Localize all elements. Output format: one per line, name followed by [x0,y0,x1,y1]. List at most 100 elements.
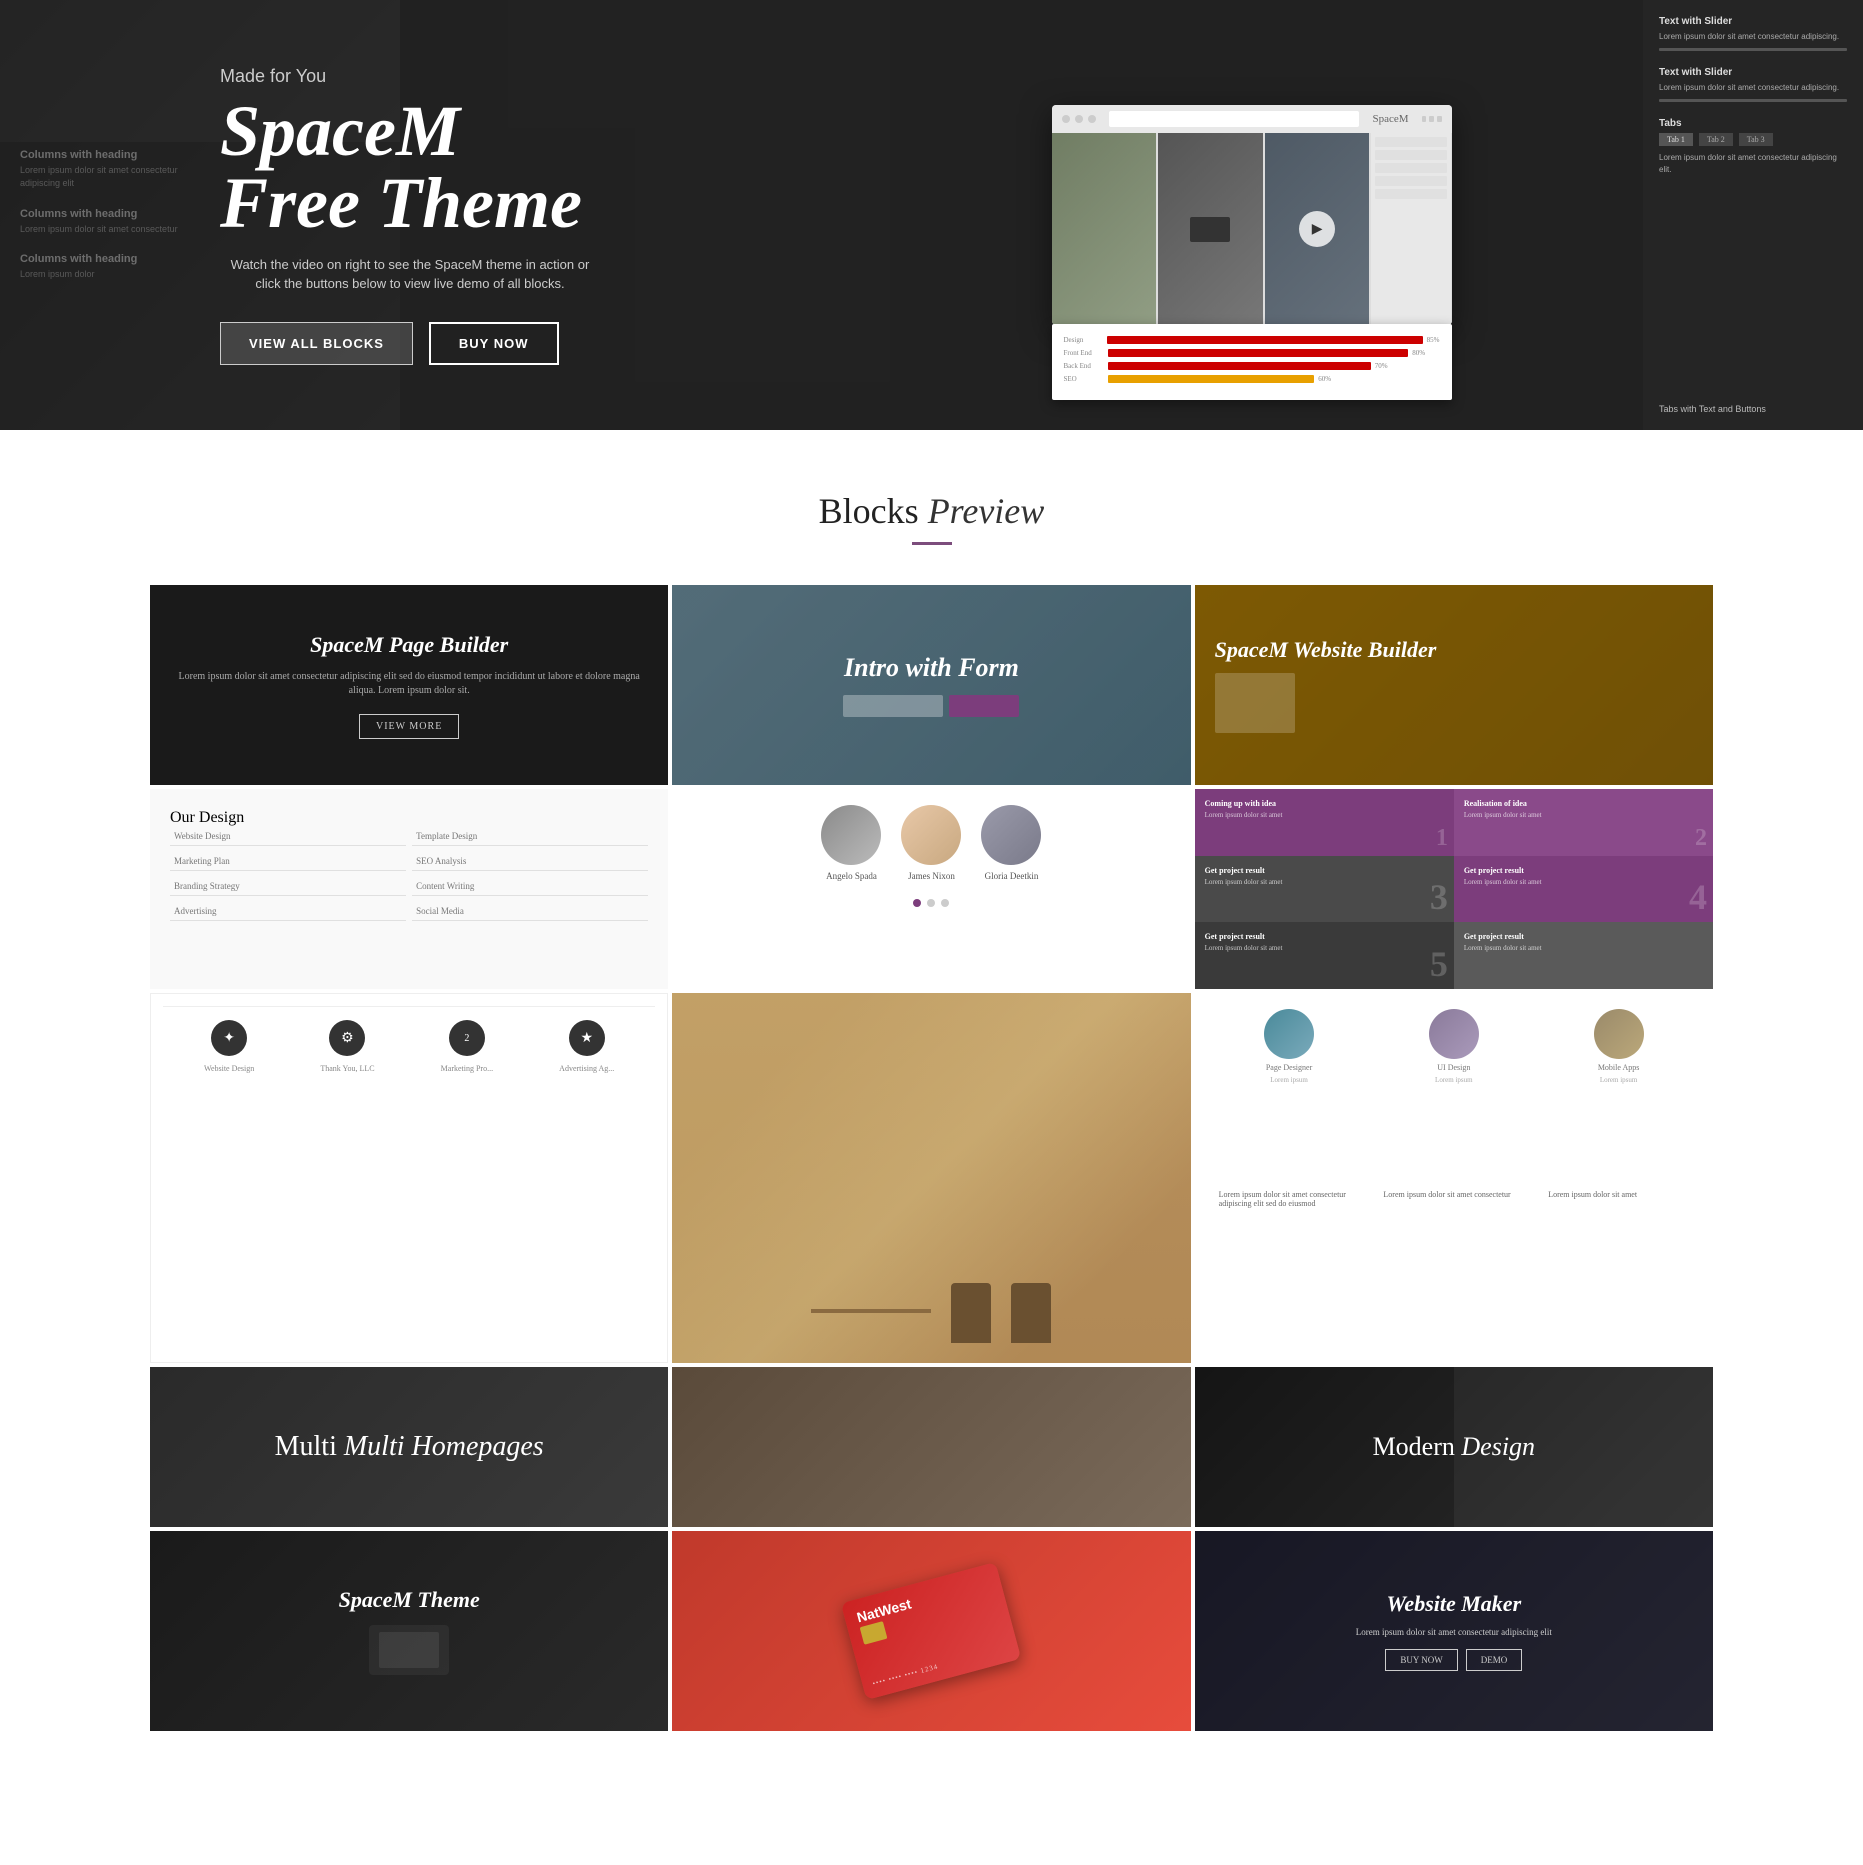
team-member-3: Gloria Deetkin [981,805,1041,881]
icon-label-1: Website Design [204,1064,254,1073]
design-title: Our Design [170,809,648,827]
modern-prefix: Modern [1373,1432,1462,1461]
step-num-5: 5 [1430,943,1448,985]
dot-2[interactable] [941,899,949,907]
tab-2[interactable]: Tab 2 [1699,133,1733,146]
blocks-title-italic: Preview [928,491,1045,531]
card-office-photo[interactable] [672,993,1190,1363]
preview-row-1: SpaceM Page Builder Lorem ipsum dolor si… [150,585,1713,785]
icon-label-4: Advertising Ag... [559,1064,614,1073]
multi-title-2: Multi Homepages [344,1431,544,1462]
card-spacem-title: SpaceM Page Builder [310,632,508,658]
card-modern-design[interactable]: Modern Design [1195,1367,1713,1527]
design-item-6: Content Writing [412,877,648,896]
icon-circle-1: ✦ [211,1020,247,1056]
browser-dot-3 [1088,115,1096,123]
intro-form-inputs [843,695,1019,717]
buy-now-button[interactable]: BUY NOW [429,322,559,365]
design-item-1: Website Design [170,827,406,846]
card-website-maker[interactable]: Website Maker Lorem ipsum dolor sit amet… [1195,1531,1713,1731]
right-panel-2-bar [1659,99,1847,102]
browser-panel-video[interactable]: ▶ [1265,133,1370,325]
icon-circle-4: ★ [569,1020,605,1056]
icon-item-1: ✦ Website Design [204,1020,254,1073]
chart-row-2: Front End 80% [1064,349,1440,357]
preview-row-5: SpaceM Theme NatWest •••• •••• •••• 1234… [150,1531,1713,1731]
chart-row-3: Back End 70% [1064,362,1440,370]
avatar-name-2: James Nixon [908,871,955,881]
blocks-underline [912,542,952,545]
hero-subtitle: Made for You [220,66,600,87]
multi-title-1: Multi [275,1431,344,1462]
team-member-2: James Nixon [901,805,961,881]
service-desc-3: Lorem ipsum [1600,1076,1638,1084]
card-multi-homepages[interactable]: Multi Multi Homepages [150,1367,668,1527]
service-label-2: UI Design [1437,1063,1470,1072]
tabs-row: Tab 1 Tab 2 Tab 3 [1659,133,1847,146]
icon-item-2: ⚙ Thank You, LLC [320,1020,374,1073]
dot-1[interactable] [927,899,935,907]
card-numbered-steps[interactable]: Coming up with idea Lorem ipsum dolor si… [1195,789,1713,989]
intro-form-content: Intro with Form [843,653,1019,717]
chart-val-3: 70% [1375,362,1388,370]
right-panel-1-bar [1659,48,1847,51]
play-button[interactable]: ▶ [1299,211,1335,247]
icon-circle-3: 2 [449,1020,485,1056]
browser-panel-laptop [1158,133,1263,325]
form-input-1[interactable] [843,695,943,717]
icon-item-4: ★ Advertising Ag... [559,1020,614,1073]
step-5-desc: Lorem ipsum dolor sit amet [1205,944,1444,953]
step-3-desc: Lorem ipsum dolor sit amet [1205,878,1444,887]
dot-active[interactable] [913,899,921,907]
hero-section: Columns with heading Lorem ipsum dolor s… [0,0,1863,430]
step-6-title: Get project result [1464,932,1703,941]
tabs-text-buttons-label: Tabs with Text and Buttons [1659,404,1847,414]
card-spacem-btn[interactable]: VIEW MORE [359,714,459,739]
hero-right-panels: Text with Slider Lorem ipsum dolor sit a… [1643,0,1863,430]
spacem-theme-title: SpaceM Theme [339,1587,480,1613]
chart-bar-3 [1108,362,1371,370]
tab-1[interactable]: Tab 1 [1659,133,1693,146]
blocks-heading: Blocks Preview [150,490,1713,545]
intro-form-title: Intro with Form [843,653,1019,683]
preview-row-3: ✦ Website Design ⚙ Thank You, LLC 2 Mark… [150,993,1713,1363]
hero-description: Watch the video on right to see the Spac… [220,255,600,294]
card-spacem-page-builder[interactable]: SpaceM Page Builder Lorem ipsum dolor si… [150,585,668,785]
team-member-1: Angelo Spada [821,805,881,881]
chart-label-3: Back End [1064,362,1104,370]
card-natwest[interactable]: NatWest •••• •••• •••• 1234 [672,1531,1190,1731]
step-2-title: Realisation of idea [1464,799,1703,808]
team-pagination [913,899,949,907]
chart-row-4: SEO 60% [1064,375,1440,383]
chart-val-1: 85% [1427,336,1440,344]
card-services-circles[interactable]: Page Designer Lorem ipsum UI Design Lore… [1195,993,1713,1363]
card-icons-row[interactable]: ✦ Website Design ⚙ Thank You, LLC 2 Mark… [150,993,668,1363]
col-heading-3: Columns with heading [20,253,180,265]
website-maker-desc: Lorem ipsum dolor sit amet consectetur a… [1326,1627,1582,1637]
maker-btn-1[interactable]: BUY NOW [1385,1649,1457,1671]
chart-bar-1 [1107,336,1423,344]
form-submit[interactable] [949,695,1019,717]
card-chip [860,1621,888,1645]
card-team[interactable]: Angelo Spada James Nixon Gloria Deetkin [672,789,1190,989]
credit-card: NatWest •••• •••• •••• 1234 [841,1562,1021,1700]
design-item-8: Social Media [412,902,648,921]
card-intro-form[interactable]: Intro with Form [672,585,1190,785]
step-4-title: Get project result [1464,866,1703,875]
hero-title-line2: Free Theme [220,163,582,243]
right-panel-1-desc: Lorem ipsum dolor sit amet consectetur a… [1659,31,1847,42]
col-text-3: Lorem ipsum dolor [20,268,180,281]
hero-content: Made for You SpaceM Free Theme Watch the… [220,66,600,365]
card-spacem-theme[interactable]: SpaceM Theme [150,1531,668,1731]
maker-btn-2[interactable]: DEMO [1466,1649,1523,1671]
icon-item-3: 2 Marketing Pro... [441,1020,493,1073]
card-website-builder[interactable]: SpaceM Website Builder [1195,585,1713,785]
modern-design-title: Modern Design [1373,1432,1536,1462]
tab-3[interactable]: Tab 3 [1739,133,1773,146]
card-our-design[interactable]: Our Design Website Design Template Desig… [150,789,668,989]
browser-title: SpaceM [1372,113,1408,125]
view-all-blocks-button[interactable]: VIEW ALL BLOCKS [220,322,413,365]
step-1-title: Coming up with idea [1205,799,1444,808]
service-desc-1: Lorem ipsum [1270,1076,1308,1084]
design-item-4: SEO Analysis [412,852,648,871]
